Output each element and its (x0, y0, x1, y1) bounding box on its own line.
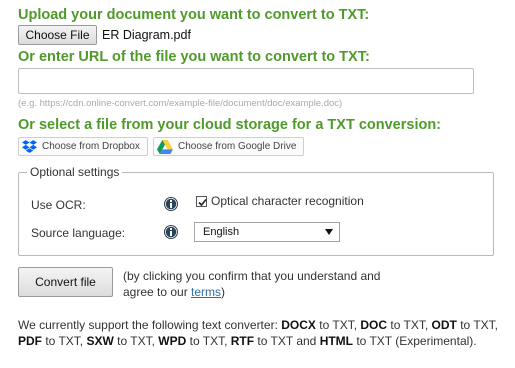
selected-file-name: ER Diagram.pdf (102, 28, 191, 42)
source-language-value: English (203, 226, 240, 238)
upload-heading: Upload your document you want to convert… (18, 7, 370, 23)
dropbox-button[interactable]: Choose from Dropbox (18, 137, 148, 156)
format-name: RTF (230, 334, 255, 348)
format-name: WPD (158, 334, 187, 348)
format-suffix: to TXT, (186, 334, 231, 348)
format-suffix: to TXT, (456, 318, 498, 332)
format-suffix: to TXT (Experimental). (353, 334, 477, 348)
caret-down-icon (325, 229, 333, 235)
format-suffix: to TXT and (254, 334, 320, 348)
dropbox-button-label: Choose from Dropbox (42, 141, 140, 152)
checkmark-icon (198, 198, 207, 206)
format-suffix: to TXT, (113, 334, 159, 348)
google-drive-button-label: Choose from Google Drive (178, 141, 297, 152)
format-name: HTML (319, 334, 354, 348)
format-name: DOC (360, 318, 388, 332)
format-name: PDF (18, 334, 42, 348)
terms-link[interactable]: terms (191, 285, 221, 299)
google-drive-button[interactable]: Choose from Google Drive (153, 137, 304, 156)
convert-note-close: ) (221, 285, 226, 299)
format-name: ODT (431, 318, 457, 332)
convert-file-button[interactable]: Convert file (18, 267, 113, 297)
ocr-checkbox[interactable] (196, 195, 207, 207)
format-name: SXW (86, 334, 114, 348)
info-icon[interactable] (164, 225, 178, 239)
choose-file-button[interactable]: Choose File (18, 25, 97, 45)
source-language-label: Source language: (31, 226, 126, 240)
ocr-label: Use OCR: (31, 198, 86, 212)
ocr-checkbox-group: Optical character recognition (196, 194, 364, 208)
url-input[interactable] (18, 68, 474, 94)
format-name: DOCX (281, 318, 316, 332)
format-suffix: to TXT, (387, 318, 432, 332)
format-suffix: to TXT, (315, 318, 361, 332)
file-upload-row: Choose File ER Diagram.pdf (18, 25, 191, 45)
support-intro: We currently support the following text … (18, 318, 282, 332)
format-suffix: to TXT, (42, 334, 87, 348)
optional-settings-legend: Optional settings (27, 165, 123, 179)
url-heading: Or enter URL of the file you want to con… (18, 49, 370, 65)
ocr-checkbox-label[interactable]: Optical character recognition (211, 194, 364, 208)
convert-terms-note: (by clicking you confirm that you unders… (123, 268, 408, 300)
convert-note-text: (by clicking you confirm that you unders… (123, 269, 381, 299)
info-icon[interactable] (164, 197, 178, 211)
dropbox-icon (22, 140, 37, 153)
cloud-heading: Or select a file from your cloud storage… (18, 117, 442, 133)
source-language-select[interactable]: English (194, 222, 340, 242)
supported-converters-text: We currently support the following text … (18, 317, 498, 349)
url-example-hint: (e.g. https://cdn.online-convert.com/exa… (18, 98, 343, 109)
optional-settings-box (18, 172, 494, 256)
google-drive-icon (157, 139, 173, 154)
